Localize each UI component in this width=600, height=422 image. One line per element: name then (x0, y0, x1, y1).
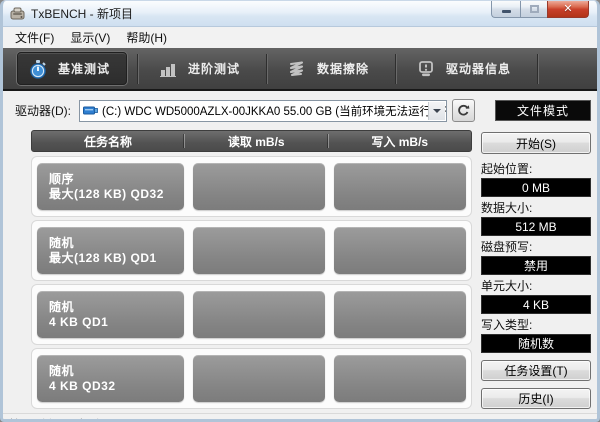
task-name-cell: 顺序 最大(128 KB) QD32 (37, 163, 184, 210)
read-value-cell (193, 227, 325, 274)
tab-advanced-test[interactable]: 进阶测试 (148, 52, 256, 85)
write-type-value: 随机数 (481, 334, 591, 353)
tab-drive-info[interactable]: 驱动器信息 (406, 52, 527, 85)
task-name-cell: 随机 最大(128 KB) QD1 (37, 227, 184, 274)
menu-view[interactable]: 显示(V) (62, 27, 118, 48)
task-name-cell: 随机 4 KB QD32 (37, 355, 184, 402)
drive-info-icon (416, 59, 436, 79)
close-icon: ✕ (563, 3, 573, 15)
tab-label: 数据擦除 (317, 62, 370, 76)
window-title: TxBENCH - 新项目 (31, 7, 134, 21)
toolbar: 基准测试 进阶测试 数据擦除 驱动器信息 (3, 48, 597, 91)
header-task-name: 任务名称 (83, 134, 132, 149)
refresh-drives-button[interactable] (452, 99, 475, 122)
menu-bar: 文件(F) 显示(V) 帮助(H) (3, 27, 597, 48)
field-label: 磁盘预写: (481, 240, 533, 254)
field-label: 起始位置: (481, 162, 533, 176)
chevron-down-icon (433, 108, 441, 113)
unit-size-value: 4 KB (481, 295, 591, 314)
field-label: 写入类型: (481, 318, 533, 332)
start-position-field: 起始位置: 0 MB (481, 163, 591, 197)
write-value-cell (334, 227, 466, 274)
table-row: 顺序 最大(128 KB) QD32 (31, 156, 472, 217)
task-type: 随机 (49, 235, 75, 250)
task-settings-button[interactable]: 任务设置(T) (481, 360, 591, 381)
start-button[interactable]: 开始(S) (481, 132, 591, 154)
table-row: 随机 最大(128 KB) QD1 (31, 220, 472, 281)
maximize-button[interactable] (520, 1, 547, 18)
toolbar-separator (395, 53, 397, 84)
task-detail: 4 KB QD1 (49, 314, 109, 329)
write-value-cell (334, 355, 466, 402)
task-type: 随机 (49, 299, 75, 314)
menu-help[interactable]: 帮助(H) (118, 27, 175, 48)
app-window: TxBENCH - 新项目 ✕ 文件(F) 显示(V) 帮助(H) 基准测试 进… (0, 0, 600, 422)
task-name-cell: 随机 4 KB QD1 (37, 291, 184, 338)
combo-dropdown-zone[interactable] (428, 101, 445, 120)
stopwatch-icon (28, 59, 48, 79)
tab-label: 驱动器信息 (446, 62, 512, 76)
disk-prewrite-field: 磁盘预写: 禁用 (481, 241, 591, 275)
toolbar-separator (137, 53, 139, 84)
minimize-icon (501, 10, 511, 13)
tab-benchmark-test[interactable]: 基准测试 (17, 52, 128, 85)
data-size-value: 512 MB (481, 217, 591, 236)
start-position-value: 0 MB (481, 178, 591, 197)
content-area: 驱动器(D): (C:) WDC WD5000AZLX-00JKKA0 55.0… (3, 91, 597, 413)
maximize-icon (529, 4, 539, 13)
task-detail: 最大(128 KB) QD1 (49, 250, 157, 265)
settings-panel: 开始(S) 起始位置: 0 MB 数据大小: 512 MB 磁盘预写: 禁用 单… (481, 130, 591, 409)
unit-size-field: 单元大小: 4 KB (481, 280, 591, 314)
status-bar: 按 F1 键显示帮助。 (3, 413, 597, 420)
table-row: 随机 4 KB QD32 (31, 348, 472, 409)
erase-scribble-icon (287, 59, 307, 79)
file-mode-button[interactable]: 文件模式 (495, 100, 591, 121)
title-bar: TxBENCH - 新项目 ✕ (3, 1, 597, 27)
field-label: 数据大小: (481, 201, 533, 215)
header-write-speed: 写入 mB/s (371, 134, 429, 149)
table-row: 随机 4 KB QD1 (31, 284, 472, 345)
refresh-icon (458, 104, 470, 116)
minimize-button[interactable] (491, 1, 520, 18)
tab-label: 进阶测试 (188, 62, 241, 76)
selected-drive-text: (C:) WDC WD5000AZLX-00JKKA0 55.00 GB (当前… (102, 105, 447, 118)
disk-prewrite-value: 禁用 (481, 256, 591, 275)
toolbar-separator (266, 53, 268, 84)
close-button[interactable]: ✕ (547, 1, 589, 18)
field-label: 单元大小: (481, 279, 533, 293)
drive-selector-row: 驱动器(D): (C:) WDC WD5000AZLX-00JKKA0 55.0… (3, 91, 597, 124)
benchmark-table: 任务名称 读取 mB/s 写入 mB/s 顺序 最大(128 KB) QD32 (31, 130, 472, 409)
app-icon (10, 7, 26, 21)
status-text: 按 F1 键显示帮助。 (9, 416, 114, 420)
tab-label: 基准测试 (58, 62, 111, 76)
write-value-cell (334, 163, 466, 210)
task-type: 顺序 (49, 171, 75, 186)
write-value-cell (334, 291, 466, 338)
write-type-field: 写入类型: 随机数 (481, 319, 591, 353)
toolbar-separator (537, 53, 539, 84)
read-value-cell (193, 163, 325, 210)
tab-data-erase[interactable]: 数据擦除 (277, 52, 385, 85)
history-button[interactable]: 历史(I) (481, 388, 591, 409)
menu-file[interactable]: 文件(F) (7, 27, 62, 48)
data-size-field: 数据大小: 512 MB (481, 202, 591, 236)
read-value-cell (193, 291, 325, 338)
header-read-speed: 读取 mB/s (227, 134, 285, 149)
bar-chart-icon (158, 59, 178, 79)
drive-select[interactable]: (C:) WDC WD5000AZLX-00JKKA0 55.00 GB (当前… (79, 99, 447, 122)
task-detail: 4 KB QD32 (49, 378, 116, 393)
task-type: 随机 (49, 363, 75, 378)
drive-icon (83, 105, 98, 116)
read-value-cell (193, 355, 325, 402)
drive-label: 驱动器(D): (15, 104, 71, 118)
task-detail: 最大(128 KB) QD32 (49, 186, 164, 201)
table-header: 任务名称 读取 mB/s 写入 mB/s (31, 130, 472, 152)
